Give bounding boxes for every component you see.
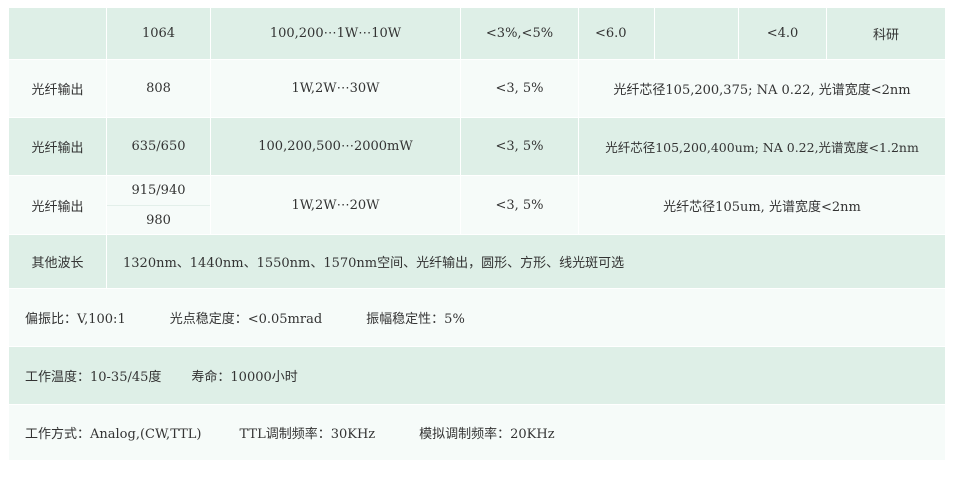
table-row: 光纤输出 635/650 100,200,500⋯2000mW <3, 5% 光… xyxy=(9,118,945,176)
power-cell: 1W,2W⋯20W xyxy=(211,176,461,234)
note-cell: 光纤芯径105,200,375; NA 0.22, 光谱宽度<2nm xyxy=(613,83,911,98)
wavelength-cell: 808 xyxy=(107,60,211,117)
note-cell: 光纤芯径105,200,400um; NA 0.22,光谱宽度<1.2nm xyxy=(605,140,919,155)
environment-cell: 工作温度：10-35/45度 寿命：10000小时 xyxy=(9,347,945,404)
amplitude-stability: 振幅稳定性：5% xyxy=(366,312,465,327)
name-cell xyxy=(9,8,107,59)
power-cell: 1W,2W⋯30W xyxy=(211,60,461,117)
wavelength-sub-cell: 980 xyxy=(146,213,171,228)
other-wavelengths-row: 其他波长 1320nm、1440nm、1550nm、1570nm空间、光纤输出，… xyxy=(9,235,945,289)
power-cell: 100,200⋯1W⋯10W xyxy=(211,8,461,59)
stability-cell: <3, 5% xyxy=(461,176,579,234)
wavelength-cell: 635/650 xyxy=(107,118,211,175)
name-cell: 光纤输出 xyxy=(9,60,107,117)
wavelength-sub-cell: 915/940 xyxy=(107,176,210,206)
polarization-cell: 偏振比：V,100:1 光点稳定度：<0.05mrad 振幅稳定性：5% xyxy=(9,289,945,346)
table-row: 光纤输出 808 1W,2W⋯30W <3, 5% 光纤芯径105,200,37… xyxy=(9,60,945,118)
wavelength-cell: 1064 xyxy=(107,8,211,59)
col7-cell: <4.0 xyxy=(739,8,827,59)
wavelength-cell: 915/940 980 xyxy=(107,176,211,234)
table-row: 光纤输出 915/940 980 1W,2W⋯20W <3, 5% 光纤芯径10… xyxy=(9,176,945,235)
stability-cell: <3, 5% xyxy=(461,60,579,117)
other-wavelengths-text: 1320nm、1440nm、1550nm、1570nm空间、光纤输出，圆形、方形… xyxy=(123,256,625,271)
note-cell: 光纤芯径105um, 光谱宽度<2nm xyxy=(663,199,861,215)
pointing-stability: 光点稳定度：<0.05mrad xyxy=(169,312,323,327)
ttl-frequency: TTL调制频率：30KHz xyxy=(239,427,376,442)
col8-cell: 科研 xyxy=(872,28,899,43)
operation-row: 工作方式：Analog,(CW,TTL) TTL调制频率：30KHz 模拟调制频… xyxy=(9,405,945,460)
stability-cell: <3%,<5% xyxy=(461,8,579,59)
analog-frequency: 模拟调制频率：20KHz xyxy=(419,427,555,442)
environment-row: 工作温度：10-35/45度 寿命：10000小时 xyxy=(9,347,945,405)
col5-cell: <6.0 xyxy=(579,8,655,59)
other-wavelengths-label: 其他波长 xyxy=(9,235,107,288)
spec-table: 1064 100,200⋯1W⋯10W <3%,<5% <6.0 <4.0 科研… xyxy=(9,8,945,460)
operation-mode: 工作方式：Analog,(CW,TTL) xyxy=(25,427,202,442)
name-cell: 光纤输出 xyxy=(9,176,107,234)
operation-cell: 工作方式：Analog,(CW,TTL) TTL调制频率：30KHz 模拟调制频… xyxy=(9,405,945,460)
operating-temperature: 工作温度：10-35/45度 xyxy=(25,370,162,385)
lifetime: 寿命：10000小时 xyxy=(191,370,298,385)
table-row: 1064 100,200⋯1W⋯10W <3%,<5% <6.0 <4.0 科研 xyxy=(9,8,945,60)
name-cell: 光纤输出 xyxy=(9,118,107,175)
col6-cell xyxy=(655,8,739,59)
power-cell: 100,200,500⋯2000mW xyxy=(211,118,461,175)
polarization-row: 偏振比：V,100:1 光点稳定度：<0.05mrad 振幅稳定性：5% xyxy=(9,289,945,347)
stability-cell: <3, 5% xyxy=(461,118,579,175)
polarization-ratio: 偏振比：V,100:1 xyxy=(25,312,126,327)
